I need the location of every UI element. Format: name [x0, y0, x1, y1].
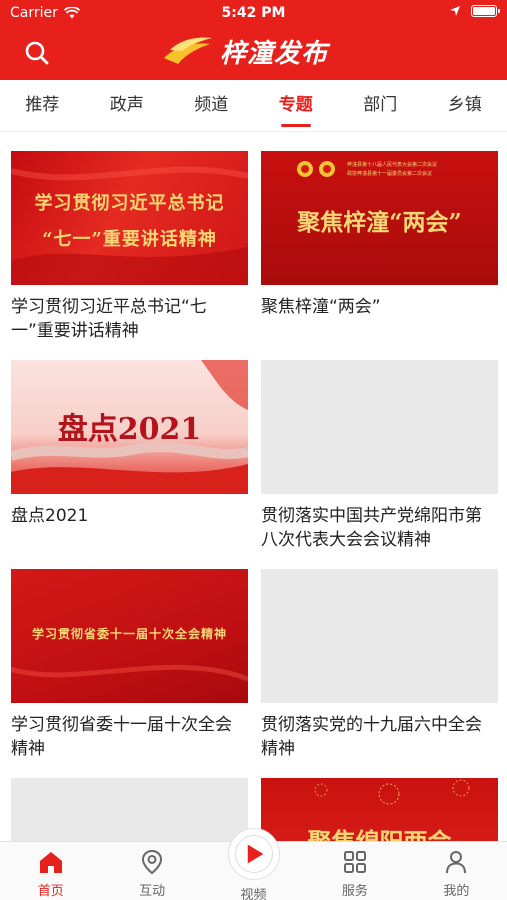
tab-topics[interactable]: 专题 [254, 80, 339, 131]
app-name: 梓潼发布 [220, 38, 329, 69]
battery-level [473, 7, 495, 15]
user-icon [446, 851, 467, 874]
tabbar-interact-label: 互动 [139, 884, 166, 899]
topic-thumbnail-placeholder [261, 360, 498, 494]
topic-thumbnail: 学习贯彻习近平总书记 “七一”重要讲话精神 [11, 151, 248, 285]
ribbon-decoration [11, 166, 248, 285]
tabbar-services-label: 服务 [341, 884, 368, 899]
topic-card[interactable]: 学习贯彻省委十一届十次全会精神 学习贯彻省委十一届十次全会精神 [11, 569, 248, 761]
location-arrow-icon [450, 6, 460, 16]
topic-thumbnail: 盘点2021 [11, 360, 248, 494]
topic-title: 学习贯彻省委十一届十次全会精神 [11, 715, 232, 759]
topic-thumbnail-placeholder [261, 569, 498, 703]
tab-channel[interactable]: 频道 [169, 80, 254, 131]
banner-small-line: 政协梓潼县第十一届委员会第二次会议 [347, 171, 433, 177]
banner-line: 学习贯彻习近平总书记 [34, 193, 225, 214]
tabbar-video[interactable]: 视频 [203, 828, 304, 900]
topic-title: 盘点2021 [11, 506, 89, 526]
logo-swoosh-icon [164, 37, 212, 64]
bottom-tab-bar: 首页 互动 视频 服务 我的 [0, 828, 507, 900]
tabbar-video-label: 视频 [240, 888, 267, 900]
topic-grid: 学习贯彻习近平总书记 “七一”重要讲话精神 学习贯彻习近平总书记“七一”重要讲话… [11, 151, 498, 841]
tab-departments[interactable]: 部门 [338, 80, 423, 131]
banner-line: 学习贯彻省委十一届十次全会精神 [31, 627, 227, 641]
tab-recommend[interactable]: 推荐 [0, 80, 85, 131]
topic-card[interactable]: 学习贯彻习近平总书记 “七一”重要讲话精神 学习贯彻习近平总书记“七一”重要讲话… [11, 151, 248, 343]
app-logo: 梓潼发布 [160, 28, 328, 74]
topic-title: 学习贯彻习近平总书记“七一”重要讲话精神 [11, 297, 207, 341]
tabbar-profile[interactable]: 我的 [406, 842, 507, 900]
topic-thumbnail-placeholder [11, 778, 248, 841]
tabbar-home-label: 首页 [37, 884, 64, 899]
banner-small-line: 梓潼县第十八届人民代表大会第二次会议 [347, 162, 438, 168]
status-right [449, 5, 500, 17]
topic-card[interactable]: 贯彻落实党的十九届六中全会精神 [261, 569, 498, 761]
app-header: Carrier 5:42 PM 梓潼发布 [0, 0, 507, 80]
topic-card[interactable] [11, 778, 248, 841]
topic-card[interactable]: 贯彻落实中国共产党绵阳市第八次代表大会会议精神 [261, 360, 498, 552]
banner-line: “七一”重要讲话精神 [42, 229, 217, 250]
topic-card[interactable]: 梓潼县第十八届人民代表大会第二次会议 政协梓潼县第十一届委员会第二次会议 聚焦梓… [261, 151, 498, 319]
tab-towns[interactable]: 乡镇 [423, 80, 507, 131]
home-icon [39, 852, 62, 873]
topic-card[interactable]: 聚焦绵阳两会 [261, 778, 498, 841]
video-button[interactable] [227, 828, 280, 880]
banner-line: 聚焦绵阳两会 [261, 822, 498, 841]
topic-thumbnail: 学习贯彻省委十一届十次全会精神 [11, 569, 248, 703]
topic-title: 贯彻落实中国共产党绵阳市第八次代表大会会议精神 [261, 506, 482, 550]
topic-title: 聚焦梓潼“两会” [261, 297, 381, 317]
search-button[interactable] [22, 38, 52, 68]
tabbar-interact[interactable]: 互动 [101, 842, 202, 900]
status-bar: Carrier 5:42 PM [0, 0, 507, 26]
topic-card[interactable]: 盘点2021 盘点2021 [11, 360, 248, 528]
tabbar-services[interactable]: 服务 [304, 842, 405, 900]
topic-thumbnail: 聚焦绵阳两会 [261, 778, 498, 841]
banner-line: 聚焦梓潼“两会” [297, 209, 462, 236]
banner-line: 盘点2021 [57, 412, 202, 447]
search-icon [25, 41, 49, 65]
location-pin-icon [142, 849, 163, 875]
grid-icon [343, 851, 366, 873]
video-button-inner [234, 835, 273, 873]
tabbar-home[interactable]: 首页 [0, 842, 101, 900]
emblem-icon [297, 161, 335, 177]
topic-title: 贯彻落实党的十九届六中全会精神 [261, 715, 482, 759]
category-tabs: 推荐 政声 频道 专题 部门 乡镇 [0, 80, 507, 132]
tabbar-profile-label: 我的 [443, 884, 470, 899]
tab-policy[interactable]: 政声 [85, 80, 170, 131]
battery-icon [471, 5, 500, 17]
play-icon [247, 844, 263, 864]
status-time: 5:42 PM [221, 5, 286, 21]
topic-thumbnail: 梓潼县第十八届人民代表大会第二次会议 政协梓潼县第十一届委员会第二次会议 聚焦梓… [261, 151, 498, 285]
